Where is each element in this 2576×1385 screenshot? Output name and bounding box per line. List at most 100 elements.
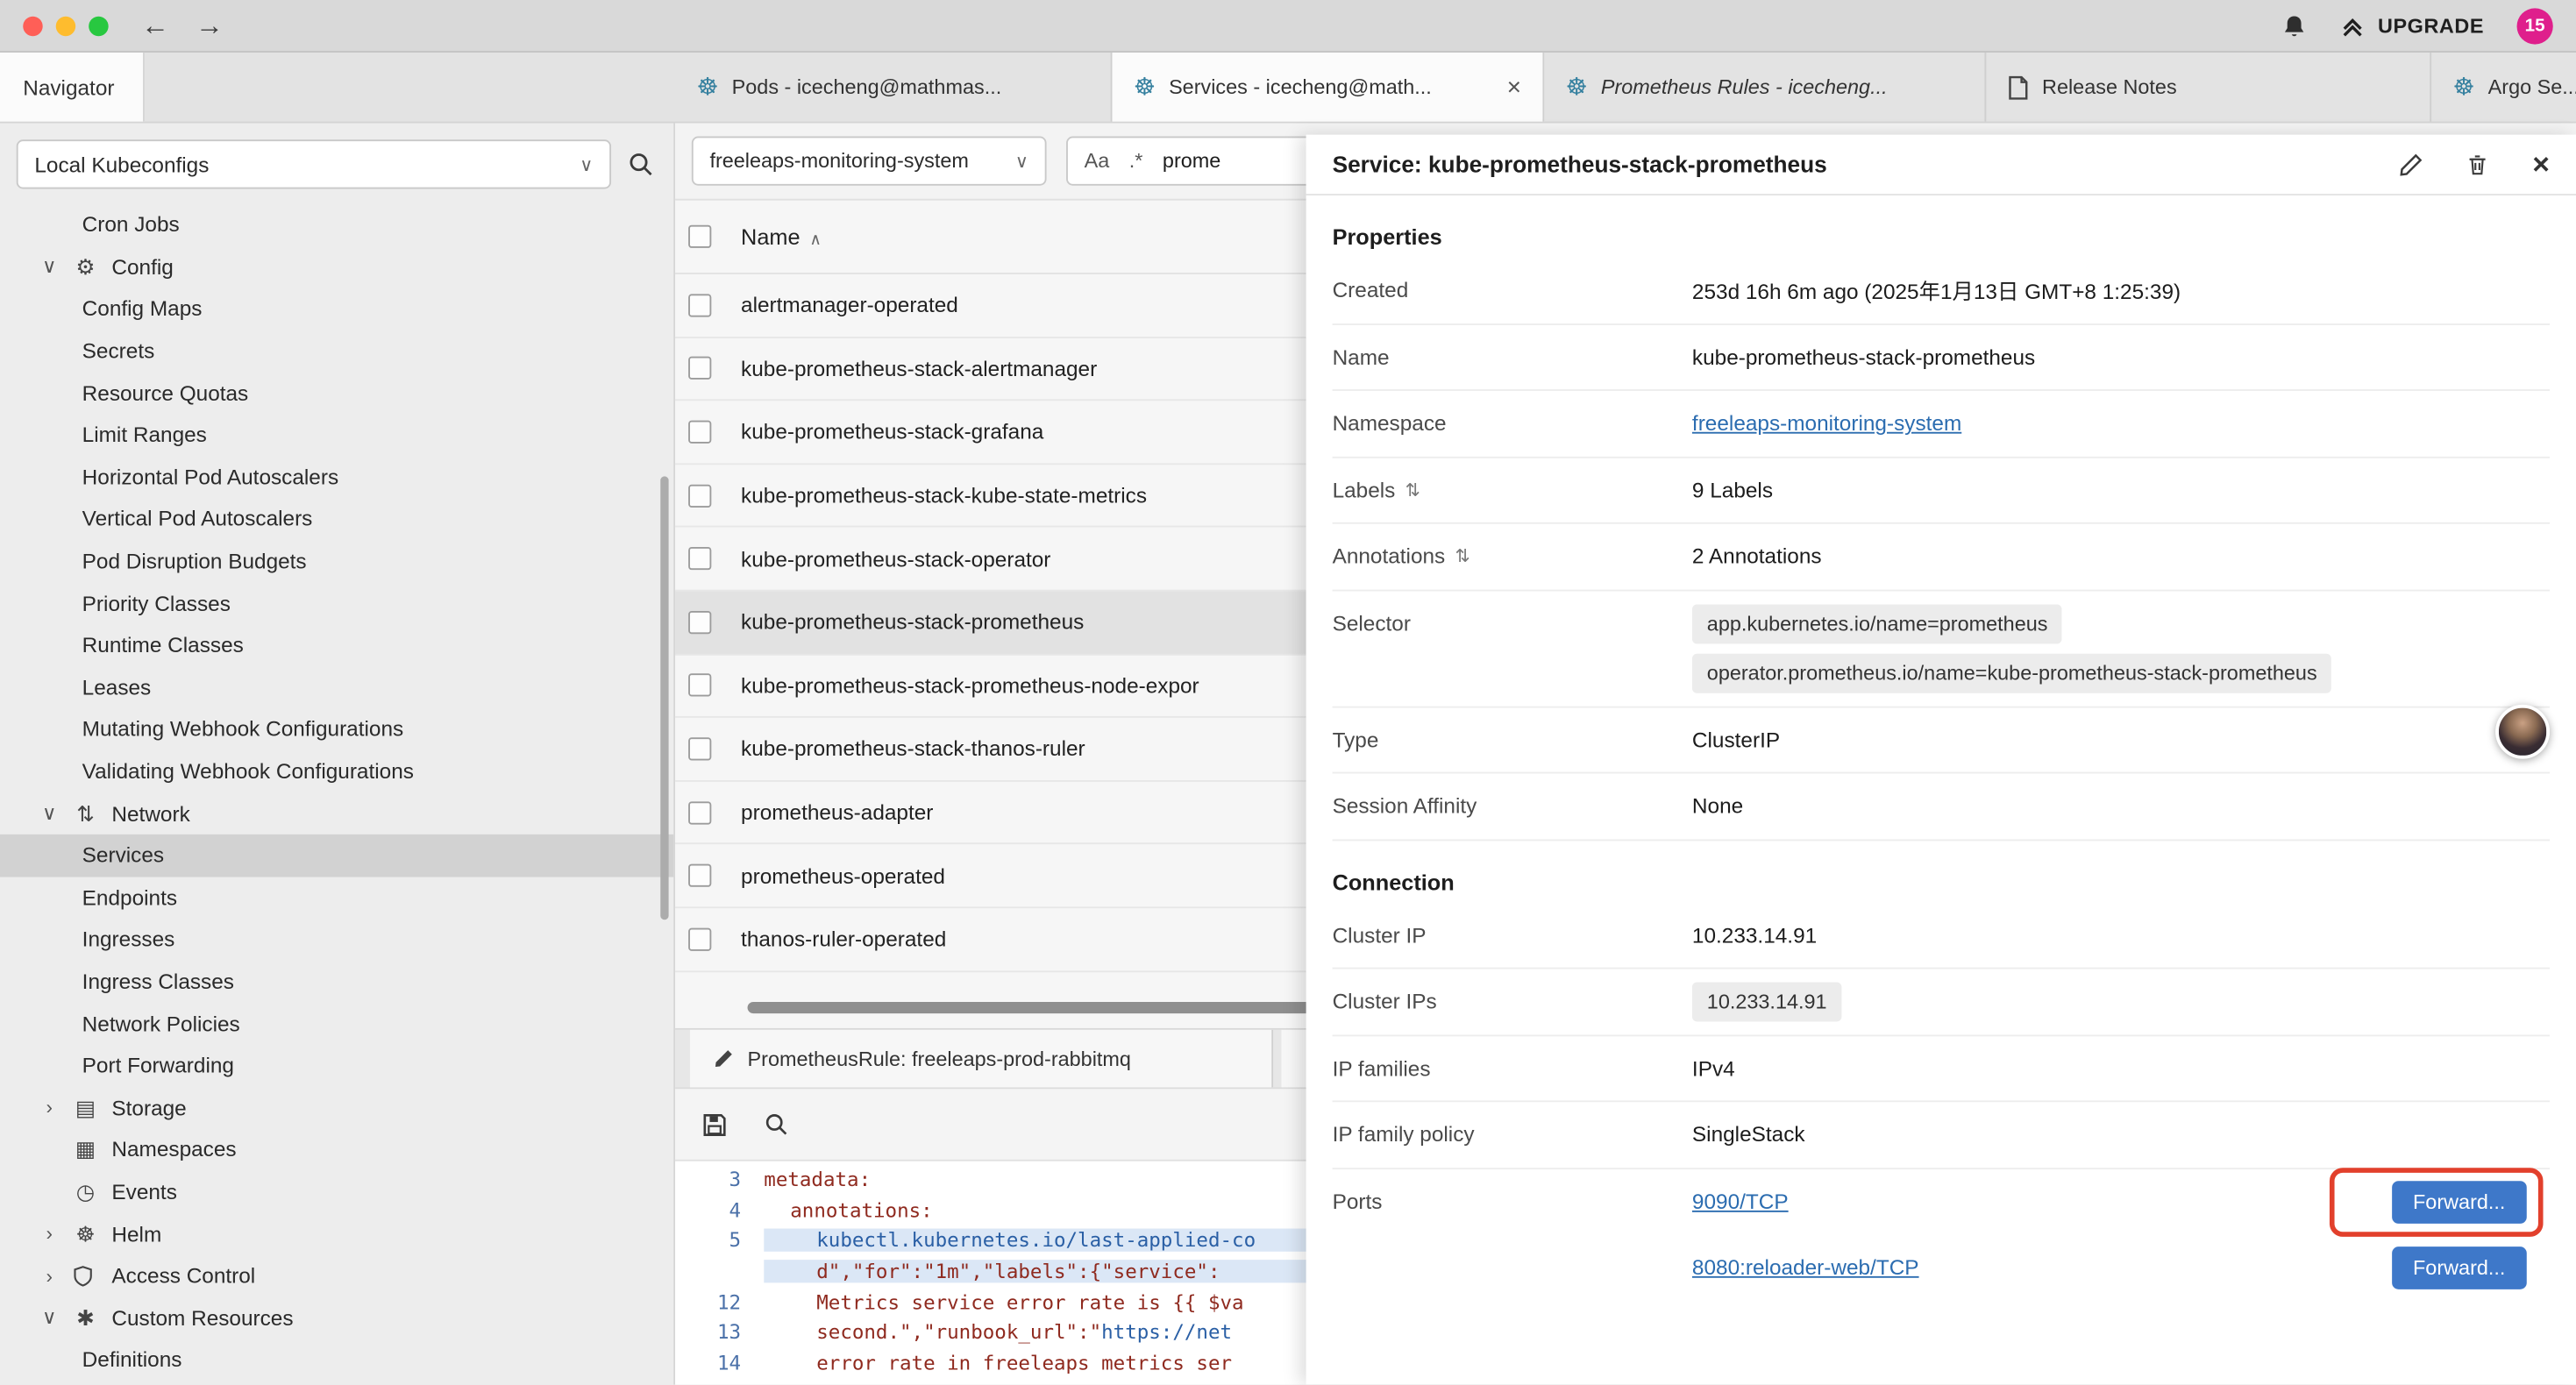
row-checkbox[interactable] xyxy=(688,421,711,444)
chevron-right-icon: › xyxy=(39,1096,59,1119)
sidebar-group-access-control[interactable]: › Access Control xyxy=(0,1254,673,1296)
forward-button[interactable]: → xyxy=(196,11,224,39)
sidebar-item-priority-classes[interactable]: Priority Classes xyxy=(0,582,673,624)
sidebar-item-validating-webhook-configurations[interactable]: Validating Webhook Configurations xyxy=(0,750,673,792)
sidebar-group-config[interactable]: ∨ ⚙ Config xyxy=(0,245,673,288)
namespaces-icon: ▦ xyxy=(72,1139,98,1160)
port-link[interactable]: 8080:reloader-web/TCP xyxy=(1692,1255,1919,1280)
match-case-toggle[interactable]: Aa xyxy=(1085,150,1110,173)
helm-icon: ☸ xyxy=(72,1223,98,1244)
sidebar-item-endpoints[interactable]: Endpoints xyxy=(0,877,673,919)
sidebar-item-mutating-webhook-configurations[interactable]: Mutating Webhook Configurations xyxy=(0,708,673,750)
row-checkbox[interactable] xyxy=(688,801,711,824)
upgrade-button[interactable]: UPGRADE xyxy=(2340,12,2484,39)
sidebar-item-vertical-pod-autoscalers[interactable]: Vertical Pod Autoscalers xyxy=(0,498,673,540)
row-checkbox[interactable] xyxy=(688,674,711,697)
sidebar-item-runtime-classes[interactable]: Runtime Classes xyxy=(0,624,673,666)
sidebar-item-network-policies[interactable]: Network Policies xyxy=(0,1002,673,1044)
notification-count-badge[interactable]: 15 xyxy=(2517,7,2553,43)
sidebar-item-ingress-classes[interactable]: Ingress Classes xyxy=(0,961,673,1003)
close-window-button[interactable] xyxy=(23,16,42,35)
sidebar-item-leases[interactable]: Leases xyxy=(0,666,673,708)
gear-icon: ⚙ xyxy=(72,256,98,277)
bell-icon[interactable] xyxy=(2282,12,2307,39)
resource-tree: Cron Jobs ∨ ⚙ Config Config Maps Secrets… xyxy=(0,203,673,1381)
tab-release-notes[interactable]: Release Notes xyxy=(1986,53,2431,122)
details-body: Properties Created 253d 16h 6m ago (2025… xyxy=(1306,225,2576,1300)
detail-row-selector: Selector app.kubernetes.io/name=promethe… xyxy=(1333,591,2550,707)
row-checkbox[interactable] xyxy=(688,611,711,634)
forward-button[interactable]: Forward... xyxy=(2392,1180,2527,1223)
close-tab-icon[interactable]: × xyxy=(1494,73,1521,101)
tab-prometheus-rules[interactable]: ☸ Prometheus Rules - icecheng... xyxy=(1544,53,1986,122)
expand-icon[interactable]: ⇅ xyxy=(1455,546,1470,567)
detail-row-ports: Ports 9090/TCP Forward... 8080:reloader-… xyxy=(1333,1168,2550,1300)
maximize-window-button[interactable] xyxy=(89,16,108,35)
detail-row-labels: Labels ⇅ 9 Labels xyxy=(1333,458,2550,524)
sidebar-group-custom-resources[interactable]: ∨ ✱ Custom Resources xyxy=(0,1296,673,1339)
sidebar-group-storage[interactable]: › ▤ Storage xyxy=(0,1086,673,1128)
detail-row-session-affinity: Session Affinity None xyxy=(1333,774,2550,841)
delete-button[interactable] xyxy=(2466,152,2489,176)
regex-toggle[interactable]: .* xyxy=(1129,150,1143,173)
detail-row-cluster-ips: Cluster IPs 10.233.14.91 xyxy=(1333,969,2550,1035)
sidebar-item-events[interactable]: ◷ Events xyxy=(0,1170,673,1212)
sidebar-item-limit-ranges[interactable]: Limit Ranges xyxy=(0,414,673,456)
row-checkbox[interactable] xyxy=(688,484,711,507)
row-checkbox[interactable] xyxy=(688,737,711,760)
sidebar-item-definitions[interactable]: Definitions xyxy=(0,1339,673,1381)
expand-icon[interactable]: ⇅ xyxy=(1405,479,1420,501)
select-all-checkbox[interactable] xyxy=(688,225,711,248)
network-icon: ⇅ xyxy=(72,803,98,824)
row-checkbox[interactable] xyxy=(688,294,711,316)
sidebar-item-resource-quotas[interactable]: Resource Quotas xyxy=(0,372,673,414)
sidebar-item-secrets[interactable]: Secrets xyxy=(0,330,673,372)
sidebar-item-config-maps[interactable]: Config Maps xyxy=(0,288,673,330)
column-header-name[interactable]: Name ∧ xyxy=(741,224,822,249)
edit-button[interactable] xyxy=(2400,152,2424,176)
sidebar-item-ingresses[interactable]: Ingresses xyxy=(0,919,673,961)
tab-pods[interactable]: ☸ Pods - icecheng@mathmas... xyxy=(675,53,1112,122)
sidebar-item-namespaces[interactable]: ▦ Namespaces xyxy=(0,1128,673,1170)
close-button[interactable]: × xyxy=(2532,150,2550,180)
tab-argo[interactable]: ☸ Argo Se... xyxy=(2431,53,2576,122)
search-icon[interactable] xyxy=(764,1112,788,1137)
app-window: ← → UPGRADE 15 Navigator ☸ Pods - iceche… xyxy=(0,0,2576,1385)
dock-tab-prometheusrule[interactable]: PrometheusRule: freeleaps-prod-rabbitmq xyxy=(690,1030,1273,1088)
sidebar-item-port-forwarding[interactable]: Port Forwarding xyxy=(0,1044,673,1086)
navigator-sidebar: Local Kubeconfigs ∨ Cron Jobs ∨ ⚙ Config… xyxy=(0,124,675,1385)
sidebar-item-services[interactable]: Services xyxy=(0,835,673,877)
floating-avatar[interactable] xyxy=(2495,705,2550,759)
detail-row-ip-families: IP families IPv4 xyxy=(1333,1035,2550,1102)
sidebar-item-pod-disruption-budgets[interactable]: Pod Disruption Budgets xyxy=(0,540,673,582)
section-heading-connection: Connection xyxy=(1333,870,2550,899)
port-line-8080: 8080:reloader-web/TCP Forward... xyxy=(1692,1234,2550,1300)
namespace-link[interactable]: freeleaps-monitoring-system xyxy=(1692,411,1961,436)
row-checkbox[interactable] xyxy=(688,864,711,887)
sidebar-item-cron-jobs[interactable]: Cron Jobs xyxy=(0,203,673,245)
sidebar-scrollbar[interactable] xyxy=(660,476,668,920)
row-checkbox[interactable] xyxy=(688,357,711,380)
detail-row-cluster-ip: Cluster IP 10.233.14.91 xyxy=(1333,903,2550,970)
port-line-9090: 9090/TCP Forward... xyxy=(1692,1168,2550,1234)
chevron-down-icon: ∨ xyxy=(39,255,59,278)
detail-row-created: Created 253d 16h 6m ago (2025年1月13日 GMT+… xyxy=(1333,258,2550,324)
sidebar-group-helm[interactable]: › ☸ Helm xyxy=(0,1212,673,1254)
upgrade-label: UPGRADE xyxy=(2378,14,2484,37)
sidebar-group-network[interactable]: ∨ ⇅ Network xyxy=(0,792,673,835)
back-button[interactable]: ← xyxy=(141,11,169,39)
minimize-window-button[interactable] xyxy=(56,16,75,35)
row-checkbox[interactable] xyxy=(688,927,711,950)
detail-row-type: Type ClusterIP xyxy=(1333,707,2550,774)
forward-button[interactable]: Forward... xyxy=(2392,1246,2527,1289)
tab-services[interactable]: ☸ Services - icecheng@math... × xyxy=(1113,53,1545,122)
row-checkbox[interactable] xyxy=(688,547,711,570)
sidebar-item-horizontal-pod-autoscalers[interactable]: Horizontal Pod Autoscalers xyxy=(0,456,673,498)
search-icon[interactable] xyxy=(628,151,654,177)
detail-row-namespace: Namespace freeleaps-monitoring-system xyxy=(1333,391,2550,458)
kubeconfig-selector[interactable]: Local Kubeconfigs ∨ xyxy=(17,139,611,188)
save-icon[interactable] xyxy=(701,1112,728,1138)
namespace-filter-select[interactable]: freeleaps-monitoring-system ∨ xyxy=(692,137,1047,186)
port-link[interactable]: 9090/TCP xyxy=(1692,1190,1789,1214)
navigator-panel-tab[interactable]: Navigator xyxy=(0,53,145,122)
